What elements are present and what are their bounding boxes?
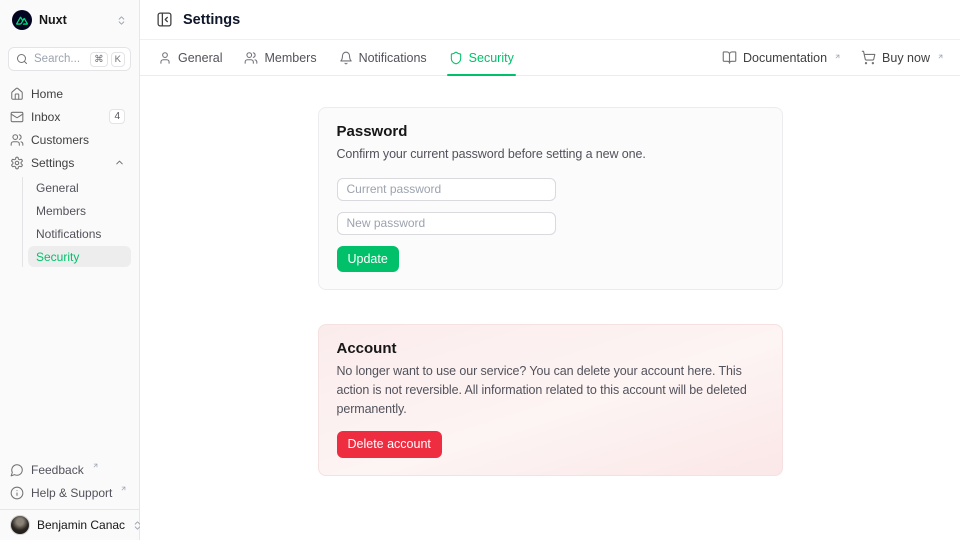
- external-link-icon: [92, 462, 99, 469]
- cart-icon: [861, 50, 876, 65]
- help-support-link[interactable]: Help & Support: [8, 482, 131, 503]
- sidebar-item-settings[interactable]: Settings: [8, 152, 131, 173]
- new-password-field[interactable]: [337, 212, 556, 235]
- update-button[interactable]: Update: [337, 246, 399, 272]
- feedback-link[interactable]: Feedback: [8, 459, 131, 480]
- external-link-icon: [937, 53, 944, 60]
- collapse-sidebar-icon[interactable]: [156, 11, 173, 28]
- sidebar-item-label: Customers: [31, 133, 125, 147]
- sidebar-item-label: Members: [36, 204, 86, 218]
- account-card-description: No longer want to use our service? You c…: [337, 362, 764, 418]
- sidebar-item-inbox[interactable]: Inbox 4: [8, 106, 131, 127]
- password-card-title: Password: [337, 123, 764, 140]
- documentation-link[interactable]: Documentation: [722, 50, 841, 65]
- inbox-icon: [10, 110, 24, 124]
- info-circle-icon: [10, 486, 24, 500]
- inbox-count-badge: 4: [109, 109, 125, 124]
- sidebar-item-customers[interactable]: Customers: [8, 129, 131, 150]
- page-title: Settings: [183, 12, 240, 28]
- settings-subnav: General Members Notifications Security: [22, 177, 131, 267]
- delete-account-button[interactable]: Delete account: [337, 431, 442, 457]
- tab-members[interactable]: Members: [242, 40, 318, 75]
- kbd-cmd: ⌘: [90, 52, 108, 67]
- user-name: Benjamin Canac: [37, 518, 125, 532]
- bell-icon: [339, 51, 353, 65]
- sidebar-footer: Feedback Help & Support: [8, 459, 131, 509]
- nuxt-logo-icon: [12, 10, 32, 30]
- settings-content: Password Confirm your current password b…: [140, 76, 960, 540]
- tabs-bar: General Members Notifications Security: [140, 40, 960, 76]
- workspace-switcher[interactable]: Nuxt: [8, 0, 131, 40]
- buy-now-label: Buy now: [882, 51, 930, 65]
- sidebar-item-label: Settings: [31, 156, 107, 170]
- users-icon: [244, 51, 258, 65]
- tab-security[interactable]: Security: [447, 40, 516, 75]
- account-card: Account No longer want to use our servic…: [318, 324, 783, 476]
- tab-general[interactable]: General: [156, 40, 224, 75]
- avatar: [10, 515, 30, 535]
- home-icon: [10, 87, 24, 101]
- sidebar-item-security[interactable]: Security: [28, 246, 131, 267]
- sidebar-item-label: General: [36, 181, 79, 195]
- search-placeholder: Search...: [34, 53, 84, 65]
- gear-icon: [10, 156, 24, 170]
- page-header: Settings: [140, 0, 960, 40]
- sidebar-nav: Home Inbox 4 Customers Settings: [8, 83, 131, 267]
- account-card-title: Account: [337, 340, 764, 357]
- buy-now-link[interactable]: Buy now: [861, 50, 944, 65]
- tab-label: Members: [264, 51, 316, 65]
- sidebar: Nuxt Search... ⌘ K Home Inbox 4: [0, 0, 140, 540]
- sidebar-item-members[interactable]: Members: [28, 200, 131, 221]
- header-actions: Documentation Buy now: [722, 50, 944, 65]
- shield-icon: [449, 51, 463, 65]
- chevrons-up-down-icon: [116, 15, 127, 26]
- tab-label: Notifications: [359, 51, 427, 65]
- search-input[interactable]: Search... ⌘ K: [8, 47, 131, 71]
- settings-tabs: General Members Notifications Security: [156, 40, 516, 75]
- tab-label: Security: [469, 51, 514, 65]
- sidebar-item-label: Security: [36, 250, 79, 264]
- sidebar-item-general[interactable]: General: [28, 177, 131, 198]
- sidebar-item-label: Notifications: [36, 227, 101, 241]
- user-icon: [158, 51, 172, 65]
- documentation-label: Documentation: [743, 51, 827, 65]
- sidebar-item-home[interactable]: Home: [8, 83, 131, 104]
- sidebar-item-label: Inbox: [31, 110, 102, 124]
- sidebar-item-notifications[interactable]: Notifications: [28, 223, 131, 244]
- users-icon: [10, 133, 24, 147]
- kbd-k: K: [111, 52, 125, 67]
- password-form: Update: [337, 178, 764, 272]
- sidebar-spacer: [8, 267, 131, 459]
- current-password-field[interactable]: [337, 178, 556, 201]
- password-card-description: Confirm your current password before set…: [337, 145, 764, 164]
- password-card: Password Confirm your current password b…: [318, 107, 783, 290]
- book-open-icon: [722, 50, 737, 65]
- chat-bubble-icon: [10, 463, 24, 477]
- user-menu[interactable]: Benjamin Canac: [0, 509, 139, 540]
- feedback-label: Feedback: [31, 463, 84, 477]
- external-link-icon: [120, 485, 127, 492]
- workspace-name: Nuxt: [39, 13, 109, 27]
- external-link-icon: [834, 53, 841, 60]
- tab-notifications[interactable]: Notifications: [337, 40, 429, 75]
- search-icon: [16, 53, 28, 65]
- main-panel: Settings General Members Notifications: [140, 0, 960, 540]
- tab-label: General: [178, 51, 222, 65]
- sidebar-item-label: Home: [31, 87, 125, 101]
- help-support-label: Help & Support: [31, 486, 112, 500]
- chevron-up-icon: [114, 157, 125, 168]
